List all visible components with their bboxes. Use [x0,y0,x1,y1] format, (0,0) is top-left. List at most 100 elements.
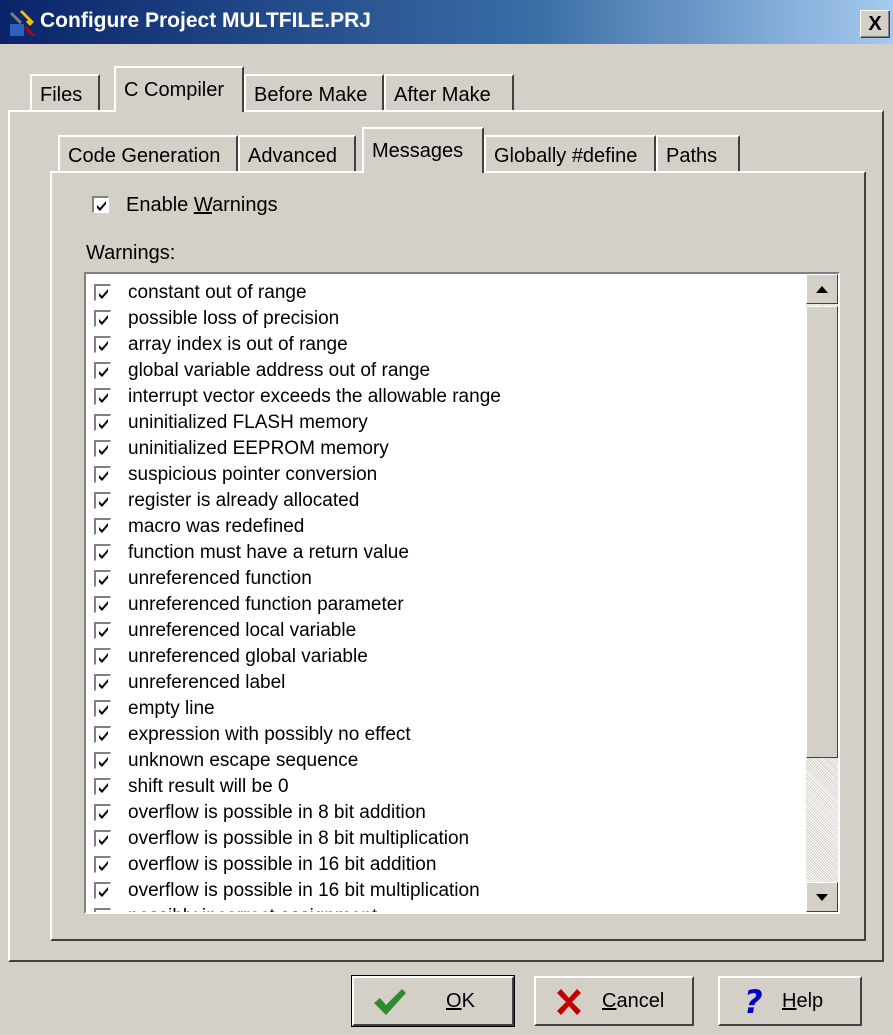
ok-button[interactable]: OK [351,975,515,1027]
enable-warnings-label-pre: Enable [126,194,194,216]
cancel-accel: C [602,990,617,1012]
tab-after-make[interactable]: After Make [384,74,514,112]
list-item[interactable]: function must have a return value [94,540,794,566]
warning-label: unreferenced local variable [128,620,357,641]
warning-checkbox[interactable] [94,908,111,912]
list-item[interactable]: unreferenced function [94,566,794,592]
list-item[interactable]: uninitialized FLASH memory [94,410,794,436]
window-title: Configure Project MULTFILE.PRJ [40,9,371,32]
checkmark-icon [99,627,108,637]
warning-label: shift result will be 0 [128,776,289,797]
tab-code-generation[interactable]: Code Generation [58,135,238,173]
scroll-down-button[interactable] [806,882,838,912]
list-item[interactable]: interrupt vector exceeds the allowable r… [94,384,794,410]
warning-label: function must have a return value [128,542,409,563]
warning-label: register is already allocated [128,490,360,511]
warning-checkbox[interactable] [94,388,111,405]
list-item[interactable]: overflow is possible in 8 bit multiplica… [94,826,794,852]
list-item[interactable]: register is already allocated [94,488,794,514]
close-button[interactable]: X [860,10,890,38]
list-item[interactable]: empty line [94,696,794,722]
warnings-listbox[interactable]: constant out of range possible loss of pr… [84,272,840,914]
warning-checkbox[interactable] [94,700,111,717]
list-item[interactable]: macro was redefined [94,514,794,540]
enable-warnings-checkbox[interactable] [92,196,109,213]
checkmark-icon [99,393,108,403]
list-item[interactable]: array index is out of range [94,332,794,358]
warning-checkbox[interactable] [94,674,111,691]
warning-label: unreferenced function [128,568,312,589]
enable-warnings-label[interactable]: Enable Warnings [126,194,278,217]
warning-checkbox[interactable] [94,778,111,795]
help-button[interactable]: ? Help [718,976,862,1026]
checkmark-icon [99,731,108,741]
warning-checkbox[interactable] [94,440,111,457]
tab-messages[interactable]: Messages [362,127,484,173]
ok-accel: O [446,990,462,1012]
tab-before-make[interactable]: Before Make [244,74,384,112]
warning-checkbox[interactable] [94,622,111,639]
warning-checkbox[interactable] [94,544,111,561]
checkmark-icon [99,679,108,689]
tab-paths[interactable]: Paths [656,135,740,173]
list-item[interactable]: overflow is possible in 16 bit multiplic… [94,878,794,904]
warning-checkbox[interactable] [94,726,111,743]
checkmark-icon [99,861,108,871]
tab-advanced[interactable]: Advanced [238,135,356,173]
help-accel: H [782,990,797,1012]
list-item[interactable]: constant out of range [94,280,794,306]
warning-checkbox[interactable] [94,752,111,769]
list-item[interactable]: possible loss of precision [94,306,794,332]
checkmark-icon [99,575,108,585]
list-item[interactable]: suspicious pointer conversion [94,462,794,488]
warning-label: constant out of range [128,282,307,303]
list-item[interactable]: global variable address out of range [94,358,794,384]
warning-checkbox[interactable] [94,596,111,613]
warning-label: unreferenced global variable [128,646,368,667]
warning-checkbox[interactable] [94,284,111,301]
list-item[interactable]: unreferenced label [94,670,794,696]
list-item[interactable]: unreferenced local variable [94,618,794,644]
cancel-button[interactable]: Cancel [534,976,694,1026]
warning-checkbox[interactable] [94,648,111,665]
warning-checkbox[interactable] [94,570,111,587]
warnings-scrollbar[interactable] [806,274,838,912]
list-item[interactable]: expression with possibly no effect [94,722,794,748]
scrollbar-thumb[interactable] [806,306,838,758]
warning-checkbox[interactable] [94,336,111,353]
warning-checkbox[interactable] [94,882,111,899]
checkmark-icon [99,549,108,559]
list-item[interactable]: possibly incorrect assignment [94,904,794,912]
scroll-up-button[interactable] [806,274,838,304]
checkmark-icon [99,783,108,793]
tab-files[interactable]: Files [30,74,100,112]
list-item[interactable]: uninitialized EEPROM memory [94,436,794,462]
list-item[interactable]: unreferenced function parameter [94,592,794,618]
list-item[interactable]: overflow is possible in 8 bit addition [94,800,794,826]
warning-label: unreferenced label [128,672,286,693]
warning-checkbox[interactable] [94,518,111,535]
checkmark-icon [97,911,110,912]
warning-checkbox[interactable] [94,856,111,873]
checkmark-icon [374,989,406,1015]
warning-checkbox[interactable] [94,310,111,327]
list-item[interactable]: unknown escape sequence [94,748,794,774]
warning-checkbox[interactable] [94,492,111,509]
tab-globally-define[interactable]: Globally #define [484,135,656,173]
warning-checkbox[interactable] [94,362,111,379]
checkmark-icon [99,887,108,897]
warning-checkbox[interactable] [94,804,111,821]
warning-checkbox[interactable] [94,830,111,847]
title-bar[interactable]: Configure Project MULTFILE.PRJ X [0,0,893,44]
list-item[interactable]: shift result will be 0 [94,774,794,800]
warning-checkbox[interactable] [94,466,111,483]
warning-label: overflow is possible in 16 bit addition [128,854,437,875]
tab-c-compiler[interactable]: C Compiler [114,66,244,112]
warnings-label: Warnings: [86,242,176,264]
checkmark-icon [99,757,108,767]
warning-label: global variable address out of range [128,360,431,381]
list-item[interactable]: overflow is possible in 16 bit addition [94,852,794,878]
warning-label: uninitialized EEPROM memory [128,438,389,459]
warning-checkbox[interactable] [94,414,111,431]
list-item[interactable]: unreferenced global variable [94,644,794,670]
